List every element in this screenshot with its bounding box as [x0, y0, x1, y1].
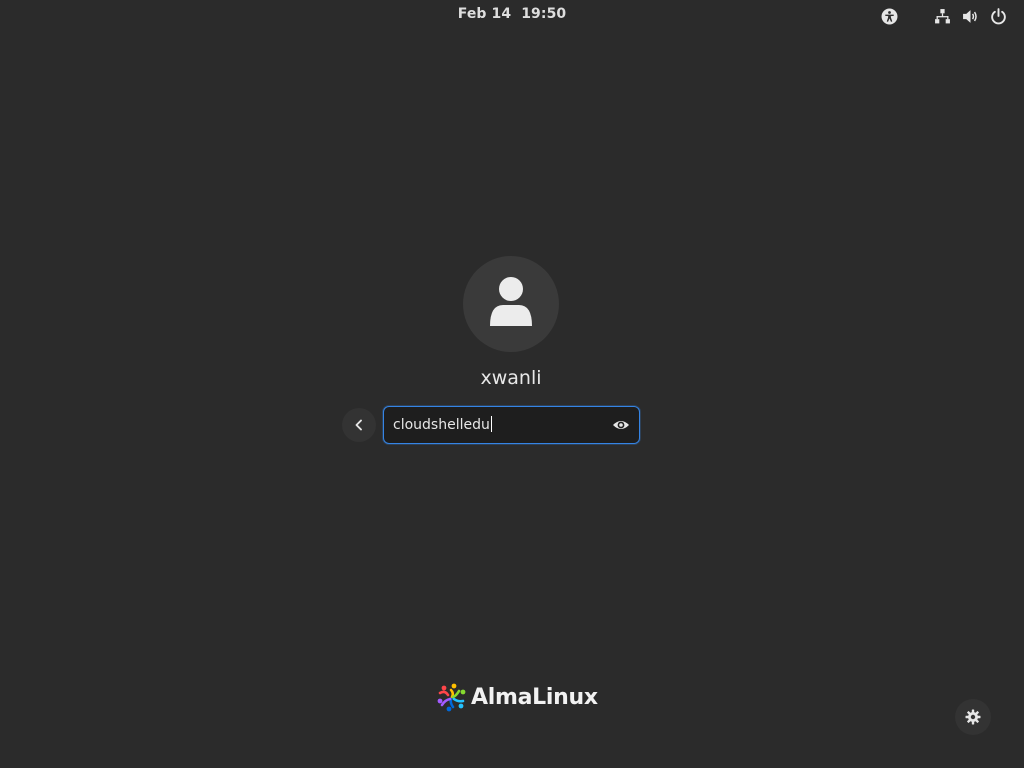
password-field[interactable]: cloudshelledu: [383, 406, 640, 444]
almalinux-logo: AlmaLinux: [437, 680, 598, 714]
accessibility-icon[interactable]: [880, 7, 898, 25]
login-screen: Feb 14 19:50 xwanli cloudshelledu AlmaLi…: [0, 0, 1024, 768]
password-text-wrap: cloudshelledu: [393, 416, 492, 433]
username-label: xwanli: [480, 367, 542, 389]
text-caret: [490, 416, 492, 432]
almalinux-logo-icon: [437, 683, 466, 712]
top-bar: Feb 14 19:50: [0, 0, 1024, 32]
clock-time: 19:50: [521, 6, 567, 22]
back-button[interactable]: [342, 408, 376, 442]
power-icon[interactable]: [989, 7, 1007, 25]
password-value: cloudshelledu: [393, 417, 490, 433]
network-icon[interactable]: [933, 7, 951, 25]
user-icon: [490, 277, 532, 326]
volume-icon[interactable]: [961, 7, 979, 25]
eye-icon[interactable]: [612, 416, 630, 434]
user-avatar: [463, 256, 559, 352]
clock[interactable]: Feb 14 19:50: [0, 6, 1024, 22]
gear-icon: [965, 709, 981, 725]
session-settings-button[interactable]: [955, 699, 991, 735]
chevron-left-icon: [355, 419, 362, 431]
clock-date: Feb 14: [457, 6, 512, 22]
logo-text: AlmaLinux: [471, 684, 598, 710]
